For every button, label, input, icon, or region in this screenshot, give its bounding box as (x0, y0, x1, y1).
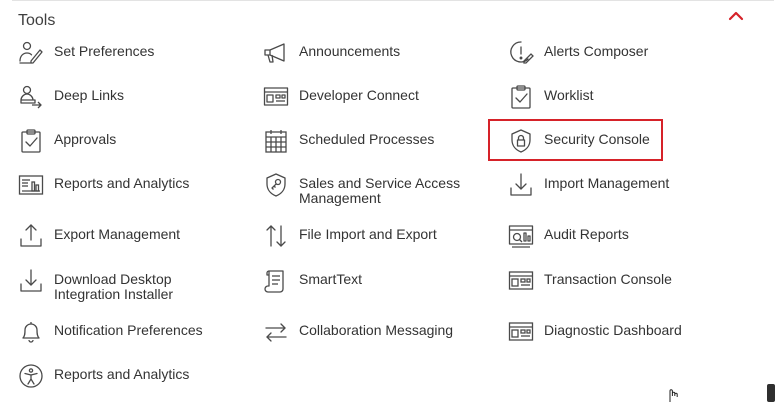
audit-icon (508, 223, 534, 249)
tool-reports-and-analytics-2[interactable]: Reports and Analytics (18, 363, 238, 389)
tool-import-management[interactable]: Import Management (508, 172, 728, 198)
preferences-icon (18, 40, 44, 66)
tool-download-desktop-integration-installer[interactable]: Download Desktop Integration Installer (18, 268, 238, 302)
tool-alerts-composer[interactable]: Alerts Composer (508, 40, 728, 66)
tool-label: Scheduled Processes (299, 131, 435, 147)
calendar-icon (263, 128, 289, 154)
tool-export-management[interactable]: Export Management (18, 223, 238, 249)
tool-deep-links[interactable]: Deep Links (18, 84, 238, 110)
security-console-highlight (488, 119, 663, 161)
tool-label: Reports and Analytics (54, 366, 190, 382)
top-divider (12, 0, 774, 1)
tool-announcements[interactable]: Announcements (263, 40, 478, 66)
tool-label: Worklist (544, 87, 594, 103)
collapse-section-button[interactable] (726, 8, 746, 26)
hand-cursor-icon (666, 388, 682, 402)
tool-transaction-console[interactable]: Transaction Console (508, 268, 728, 294)
tool-label: Diagnostic Dashboard (544, 322, 682, 338)
bell-icon (18, 319, 44, 345)
tool-reports-and-analytics[interactable]: Reports and Analytics (18, 172, 238, 198)
tool-approvals[interactable]: Approvals (18, 128, 238, 154)
import-icon (508, 172, 534, 198)
console-icon (508, 268, 534, 294)
scroll-text-icon (263, 268, 289, 294)
tool-label: Developer Connect (299, 87, 419, 103)
worklist-icon (508, 84, 534, 110)
tool-notification-preferences[interactable]: Notification Preferences (18, 319, 238, 345)
shield-key-icon (263, 172, 289, 198)
tool-smarttext[interactable]: SmartText (263, 268, 478, 294)
megaphone-icon (263, 40, 289, 66)
chevron-up-icon (728, 11, 744, 21)
alert-icon (508, 40, 534, 66)
arrows-exchange-icon (263, 319, 289, 345)
tool-worklist[interactable]: Worklist (508, 84, 728, 110)
scrollbar-thumb[interactable] (767, 384, 775, 402)
deep-links-icon (18, 84, 44, 110)
tool-label: File Import and Export (299, 226, 437, 242)
tool-label: Transaction Console (544, 271, 672, 287)
approvals-icon (18, 128, 44, 154)
tool-collaboration-messaging[interactable]: Collaboration Messaging (263, 319, 478, 345)
tool-label: Collaboration Messaging (299, 322, 454, 338)
tool-label: Notification Preferences (54, 322, 203, 338)
tool-label: Approvals (54, 131, 117, 147)
tool-sales-and-service-access-management[interactable]: Sales and Service Access Management (263, 172, 478, 206)
tool-label: Sales and Service Access Management (299, 175, 461, 206)
tool-audit-reports[interactable]: Audit Reports (508, 223, 728, 249)
export-icon (18, 223, 44, 249)
download-icon (18, 268, 44, 294)
tool-diagnostic-dashboard[interactable]: Diagnostic Dashboard (508, 319, 728, 345)
tool-label: Announcements (299, 43, 401, 59)
tool-label: SmartText (299, 271, 363, 287)
tool-developer-connect[interactable]: Developer Connect (263, 84, 478, 110)
tool-label: Alerts Composer (544, 43, 649, 59)
tool-set-preferences[interactable]: Set Preferences (18, 40, 238, 66)
dashboard-icon (508, 319, 534, 345)
tool-label: Import Management (544, 175, 670, 191)
accessibility-icon (18, 363, 44, 389)
tool-scheduled-processes[interactable]: Scheduled Processes (263, 128, 478, 154)
developer-connect-icon (263, 84, 289, 110)
tool-file-import-and-export[interactable]: File Import and Export (263, 223, 478, 249)
tool-label: Export Management (54, 226, 181, 242)
tool-label: Reports and Analytics (54, 175, 190, 191)
tool-label: Deep Links (54, 87, 125, 103)
tool-label: Set Preferences (54, 43, 155, 59)
tool-label: Audit Reports (544, 226, 629, 242)
reports-icon (18, 172, 44, 198)
section-title: Tools (18, 12, 56, 29)
tool-label: Download Desktop Integration Installer (54, 271, 174, 302)
file-transfer-icon (263, 223, 289, 249)
